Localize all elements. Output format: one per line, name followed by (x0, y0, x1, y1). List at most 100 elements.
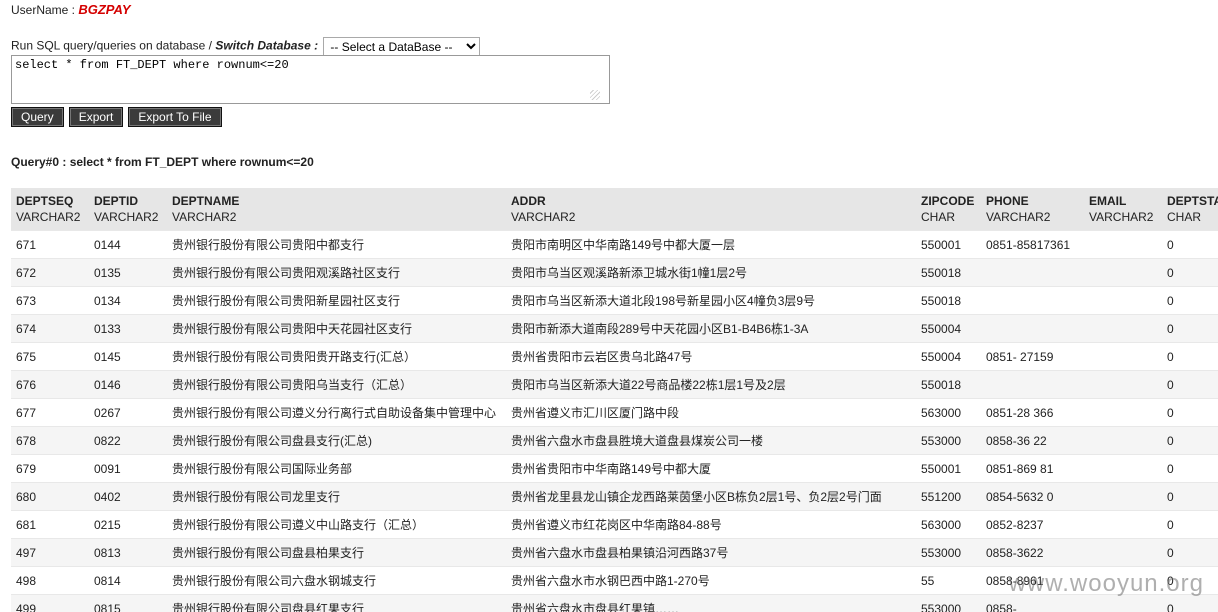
table-cell: 550004 (916, 314, 981, 343)
table-cell: 贵州省遵义市红花岗区中华南路84-88号 (506, 510, 916, 539)
table-cell: 贵州省龙里县龙山镇企龙西路莱茵堡小区B栋负2层1号、负2层2号门面 (506, 482, 916, 511)
table-cell: 563000 (916, 510, 981, 539)
table-cell: 0267 (89, 398, 167, 427)
table-cell: 679 (11, 454, 89, 483)
table-cell: 553000 (916, 594, 981, 612)
table-cell: 贵阳市新添大道南段289号中天花园小区B1-B4B6栋1-3A (506, 314, 916, 343)
table-row: 671 0144 贵州银行股份有限公司贵阳中都支行 贵阳市南明区中华南路149号中都大… (11, 230, 1218, 259)
table-cell: 0145 (89, 342, 167, 371)
column-name: DEPTNAME (172, 194, 240, 208)
switch-database-label: Switch Database : (215, 38, 319, 53)
table-cell: 贵州银行股份有限公司盘县红果支行 (167, 594, 506, 612)
table-row: 673 0134 贵州银行股份有限公司贵阳新星园社区支行 贵阳市乌当区新添大道北段19… (11, 286, 1218, 315)
table-cell (1084, 258, 1162, 287)
table-header-row: DEPTSEQ VARCHAR2 DEPTID VARCHAR2 DEPTNAME VAR… (11, 188, 1218, 231)
table-cell (981, 314, 1084, 343)
table-cell: 贵州省六盘水市水钢巴西中路1-270号 (506, 566, 916, 595)
column-type: VARCHAR2 (986, 210, 1051, 224)
query-button[interactable]: Query (11, 107, 64, 127)
column-header-deptseq: DEPTSEQ VARCHAR2 (11, 188, 89, 231)
action-buttons: Query Export Export To File (11, 107, 222, 127)
table-cell: 贵州银行股份有限公司六盘水钢城支行 (167, 566, 506, 595)
table-cell: 673 (11, 286, 89, 315)
table-cell: 0215 (89, 510, 167, 539)
table-cell: 0813 (89, 538, 167, 567)
table-cell (1084, 342, 1162, 371)
column-header-deptname: DEPTNAME VARCHAR2 (167, 188, 506, 231)
table-cell: 0851-869 81 (981, 454, 1084, 483)
table-cell: 0091 (89, 454, 167, 483)
sql-input[interactable] (11, 55, 610, 104)
result-table-container[interactable]: DEPTSEQ VARCHAR2 DEPTID VARCHAR2 DEPTNAME VAR… (11, 188, 1218, 612)
table-cell: 677 (11, 398, 89, 427)
column-header-deptsta: DEPTSTA CHAR (1162, 188, 1218, 231)
table-cell: 0144 (89, 230, 167, 259)
table-cell: 贵州银行股份有限公司贵阳中都支行 (167, 230, 506, 259)
table-cell: 676 (11, 370, 89, 399)
username-line: UserName : BGZPAY (11, 2, 131, 17)
table-cell: 498 (11, 566, 89, 595)
table-cell: 0 (1162, 230, 1218, 259)
table-cell: 0 (1162, 286, 1218, 315)
column-header-phone: PHONE VARCHAR2 (981, 188, 1084, 231)
table-cell: 680 (11, 482, 89, 511)
table-cell (1084, 482, 1162, 511)
table-cell: 贵州银行股份有限公司遵义分行离行式自助设备集中管理中心 (167, 398, 506, 427)
export-to-file-button[interactable]: Export To File (128, 107, 222, 127)
username-value: BGZPAY (78, 2, 131, 17)
table-row: 681 0215 贵州银行股份有限公司遵义中山路支行（汇总） 贵州省遵义市红花岗区中华… (11, 510, 1218, 539)
column-type: CHAR (921, 210, 956, 224)
query-result-title: Query#0 : select * from FT_DEPT where ro… (11, 155, 314, 169)
table-cell: 0 (1162, 258, 1218, 287)
table-cell (1084, 314, 1162, 343)
table-cell (1084, 398, 1162, 427)
column-name: DEPTID (94, 194, 139, 208)
column-type: VARCHAR2 (94, 210, 159, 224)
table-cell: 贵州省贵阳市中华南路149号中都大厦 (506, 454, 916, 483)
table-cell: 0146 (89, 370, 167, 399)
run-sql-line: Run SQL query/queries on database / Swit… (11, 37, 481, 56)
table-cell: 0 (1162, 426, 1218, 455)
table-cell: 贵州银行股份有限公司国际业务部 (167, 454, 506, 483)
table-cell (981, 370, 1084, 399)
table-cell: 0851- 27159 (981, 342, 1084, 371)
table-cell: 贵州银行股份有限公司遵义中山路支行（汇总） (167, 510, 506, 539)
table-cell: 671 (11, 230, 89, 259)
table-cell: 0 (1162, 398, 1218, 427)
table-cell: 0854-5632 0 (981, 482, 1084, 511)
table-row: 497 0813 贵州银行股份有限公司盘县柏果支行 贵州省六盘水市盘县柏果镇沿河西路3… (11, 538, 1218, 567)
table-cell: 0135 (89, 258, 167, 287)
column-header-zipcode: ZIPCODE CHAR (916, 188, 981, 231)
column-name: EMAIL (1089, 194, 1127, 208)
table-cell (1084, 370, 1162, 399)
table-cell: 贵阳市南明区中华南路149号中都大厦一层 (506, 230, 916, 259)
column-name: ADDR (511, 194, 546, 208)
table-cell: 550018 (916, 370, 981, 399)
table-cell: 贵州银行股份有限公司盘县柏果支行 (167, 538, 506, 567)
watermark: www.wooyun.org (1008, 570, 1204, 597)
table-cell: 0 (1162, 370, 1218, 399)
table-cell (1084, 286, 1162, 315)
table-cell: 0402 (89, 482, 167, 511)
table-row: 676 0146 贵州银行股份有限公司贵阳乌当支行（汇总） 贵阳市乌当区新添大道22号… (11, 370, 1218, 399)
table-cell: 550001 (916, 454, 981, 483)
table-cell: 贵州银行股份有限公司贵阳中天花园社区支行 (167, 314, 506, 343)
column-type: VARCHAR2 (16, 210, 81, 224)
table-cell: 0 (1162, 482, 1218, 511)
column-name: PHONE (986, 194, 1029, 208)
table-cell: 551200 (916, 482, 981, 511)
table-row: 675 0145 贵州银行股份有限公司贵阳贵开路支行(汇总） 贵州省贵阳市云岩区贵乌北… (11, 342, 1218, 371)
export-button[interactable]: Export (68, 107, 124, 127)
table-cell: 553000 (916, 426, 981, 455)
table-cell: 675 (11, 342, 89, 371)
table-cell: 0858-36 22 (981, 426, 1084, 455)
table-cell: 贵州省贵阳市云岩区贵乌北路47号 (506, 342, 916, 371)
run-sql-label: Run SQL query/queries on database / (11, 38, 213, 53)
table-cell (1084, 510, 1162, 539)
table-cell (1084, 538, 1162, 567)
table-cell: 0 (1162, 342, 1218, 371)
textarea-resize-grip[interactable] (590, 90, 600, 100)
database-select[interactable]: -- Select a DataBase -- (323, 37, 481, 56)
table-cell: 贵州银行股份有限公司贵阳新星园社区支行 (167, 286, 506, 315)
table-body: 671 0144 贵州银行股份有限公司贵阳中都支行 贵阳市南明区中华南路149号中都大… (11, 230, 1218, 612)
